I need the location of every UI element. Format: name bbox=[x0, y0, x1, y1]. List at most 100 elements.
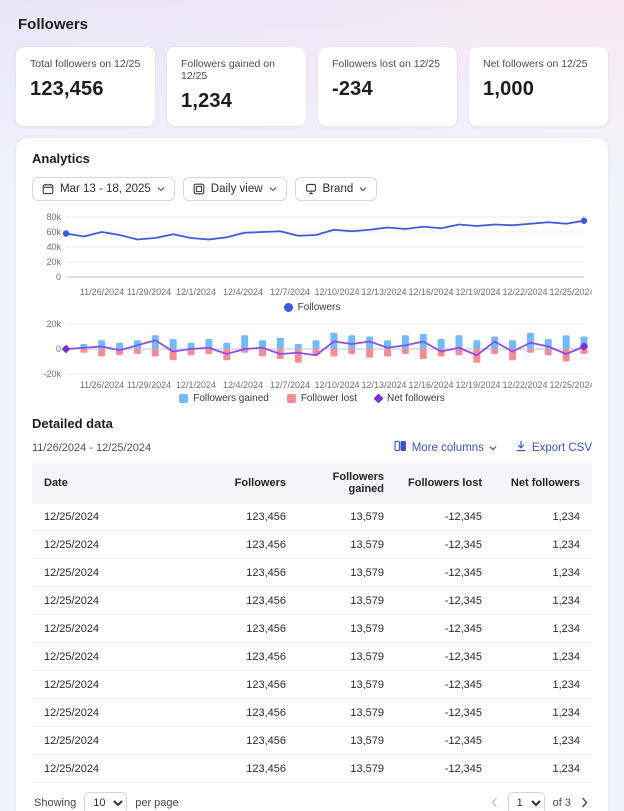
detailed-data-table: DateFollowersFollowers gainedFollowers l… bbox=[32, 463, 592, 783]
svg-text:12/4/2024: 12/4/2024 bbox=[223, 287, 263, 297]
svg-text:0: 0 bbox=[56, 272, 61, 282]
cell-date: 12/25/2024 bbox=[32, 643, 200, 671]
gained-square-icon bbox=[179, 394, 188, 403]
legend-label: Follower lost bbox=[301, 393, 357, 404]
cell-value: 13,579 bbox=[298, 531, 396, 559]
download-icon bbox=[515, 440, 527, 455]
cell-value: 123,456 bbox=[200, 699, 298, 727]
cell-value: 1,234 bbox=[494, 615, 592, 643]
detailed-data-section: Detailed data 11/26/2024 - 12/25/2024 Mo… bbox=[32, 416, 592, 811]
svg-text:11/26/2024: 11/26/2024 bbox=[80, 380, 124, 390]
line-chart-legend: Followers bbox=[32, 302, 592, 313]
svg-text:12/16/2024: 12/16/2024 bbox=[408, 287, 453, 297]
stat-value: 1,000 bbox=[483, 78, 594, 101]
cell-date: 12/25/2024 bbox=[32, 699, 200, 727]
legend-label: Net followers bbox=[387, 393, 445, 404]
table-row: 12/25/2024123,45613,579-12,3451,234 bbox=[32, 755, 592, 783]
cell-value: 13,579 bbox=[298, 615, 396, 643]
more-columns-button[interactable]: More columns bbox=[394, 440, 497, 455]
gained-lost-bar-chart: 20k0-20k11/26/202411/29/202412/1/202412/… bbox=[32, 318, 592, 392]
cell-date: 12/25/2024 bbox=[32, 531, 200, 559]
page-title: Followers bbox=[16, 14, 608, 47]
cell-value: 123,456 bbox=[200, 755, 298, 783]
svg-text:12/10/2024: 12/10/2024 bbox=[314, 287, 359, 297]
date-range-dropdown[interactable]: Mar 13 - 18, 2025 bbox=[32, 177, 175, 201]
chevron-left-icon bbox=[491, 796, 498, 811]
legend-item-followers: Followers bbox=[284, 302, 341, 313]
cell-date: 12/25/2024 bbox=[32, 671, 200, 699]
table-header-row: DateFollowersFollowers gainedFollowers l… bbox=[32, 463, 592, 503]
cell-value: -12,345 bbox=[396, 699, 494, 727]
cell-value: 13,579 bbox=[298, 643, 396, 671]
cell-date: 12/25/2024 bbox=[32, 587, 200, 615]
cell-date: 12/25/2024 bbox=[32, 755, 200, 783]
cell-value: 123,456 bbox=[200, 531, 298, 559]
svg-text:12/10/2024: 12/10/2024 bbox=[314, 380, 359, 390]
cell-value: 1,234 bbox=[494, 671, 592, 699]
cell-value: 1,234 bbox=[494, 587, 592, 615]
table-date-range: 11/26/2024 - 12/25/2024 bbox=[32, 442, 151, 454]
svg-text:12/16/2024: 12/16/2024 bbox=[408, 380, 453, 390]
chevron-down-icon bbox=[269, 186, 277, 192]
svg-text:60k: 60k bbox=[46, 227, 61, 237]
column-header-date: Date bbox=[32, 463, 200, 503]
svg-text:12/19/2024: 12/19/2024 bbox=[455, 380, 500, 390]
svg-text:-20k: -20k bbox=[43, 369, 61, 379]
page-select[interactable]: 1 bbox=[508, 792, 545, 811]
svg-text:20k: 20k bbox=[46, 319, 61, 329]
analytics-card: Analytics Mar 13 - 18, 2025 bbox=[16, 138, 608, 811]
cell-value: -12,345 bbox=[396, 643, 494, 671]
cell-value: 1,234 bbox=[494, 503, 592, 531]
svg-text:11/29/2024: 11/29/2024 bbox=[127, 380, 171, 390]
prev-page-button[interactable] bbox=[489, 794, 500, 811]
svg-text:12/7/2024: 12/7/2024 bbox=[270, 380, 310, 390]
columns-icon bbox=[394, 440, 407, 455]
stat-label: Total followers on 12/25 bbox=[30, 58, 141, 70]
stat-card-net-followers: Net followers on 12/25 1,000 bbox=[469, 47, 608, 126]
svg-text:12/25/2024: 12/25/2024 bbox=[549, 287, 592, 297]
cell-value: -12,345 bbox=[396, 615, 494, 643]
per-page-label: per page bbox=[135, 797, 178, 809]
view-mode-dropdown[interactable]: Daily view bbox=[183, 177, 287, 201]
monitor-icon bbox=[305, 183, 317, 195]
svg-text:20k: 20k bbox=[46, 257, 61, 267]
svg-text:12/1/2024: 12/1/2024 bbox=[176, 287, 216, 297]
analytics-title: Analytics bbox=[32, 151, 592, 166]
cell-value: 13,579 bbox=[298, 727, 396, 755]
column-header-followers-gained: Followers gained bbox=[298, 463, 396, 503]
cell-value: 13,579 bbox=[298, 559, 396, 587]
legend-item-net: Net followers bbox=[375, 393, 445, 404]
chevron-down-icon bbox=[489, 442, 497, 454]
followers-dot-icon bbox=[284, 303, 293, 312]
cell-date: 12/25/2024 bbox=[32, 559, 200, 587]
stat-card-followers-lost: Followers lost on 12/25 -234 bbox=[318, 47, 457, 126]
stat-label: Followers lost on 12/25 bbox=[332, 58, 443, 70]
cell-value: 123,456 bbox=[200, 503, 298, 531]
chevron-down-icon bbox=[359, 186, 367, 192]
cell-value: 1,234 bbox=[494, 755, 592, 783]
followers-page: Followers Total followers on 12/25 123,4… bbox=[0, 0, 624, 811]
stat-card-followers-gained: Followers gained on 12/25 1,234 bbox=[167, 47, 306, 126]
table-row: 12/25/2024123,45613,579-12,3451,234 bbox=[32, 727, 592, 755]
table-row: 12/25/2024123,45613,579-12,3451,234 bbox=[32, 503, 592, 531]
svg-text:40k: 40k bbox=[46, 242, 61, 252]
stat-value: -234 bbox=[332, 78, 443, 101]
next-page-button[interactable] bbox=[579, 794, 590, 811]
export-csv-button[interactable]: Export CSV bbox=[515, 440, 592, 455]
cell-value: -12,345 bbox=[396, 755, 494, 783]
account-dropdown[interactable]: Brand bbox=[295, 177, 378, 201]
stat-label: Net followers on 12/25 bbox=[483, 58, 594, 70]
lost-square-icon bbox=[287, 394, 296, 403]
table-row: 12/25/2024123,45613,579-12,3451,234 bbox=[32, 587, 592, 615]
svg-text:12/22/2024: 12/22/2024 bbox=[502, 380, 547, 390]
filter-bar: Mar 13 - 18, 2025 Daily view bbox=[32, 177, 592, 201]
cell-value: 13,579 bbox=[298, 503, 396, 531]
stat-label: Followers gained on 12/25 bbox=[181, 58, 292, 82]
cell-value: 123,456 bbox=[200, 643, 298, 671]
page-size-select[interactable]: 10 bbox=[84, 792, 127, 811]
page-count-label: of 3 bbox=[553, 797, 571, 809]
svg-text:12/25/2024: 12/25/2024 bbox=[549, 380, 592, 390]
cell-value: 123,456 bbox=[200, 559, 298, 587]
cell-value: -12,345 bbox=[396, 531, 494, 559]
stat-cards-row: Total followers on 12/25 123,456 Followe… bbox=[16, 47, 608, 126]
